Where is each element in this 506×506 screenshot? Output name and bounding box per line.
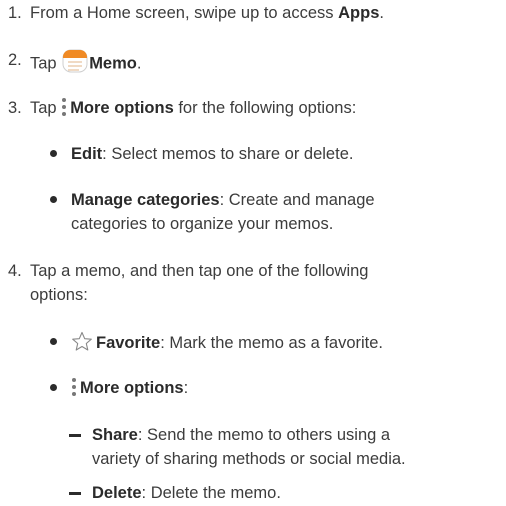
step-4-text: Tap a memo, and then tap one of the foll… — [30, 262, 369, 280]
star-outline-icon — [71, 331, 93, 358]
memo-app-icon — [61, 49, 89, 79]
bullet-more-options: More options: — [71, 377, 188, 399]
step-number: 2. — [8, 51, 22, 69]
bullet — [50, 196, 57, 203]
sub-item-share: Share: Send the memo to others using a — [92, 426, 391, 444]
more-options-icon — [61, 98, 67, 116]
dash-bullet — [69, 492, 81, 495]
bullet — [50, 384, 57, 391]
bullet — [50, 150, 57, 157]
step-number: 4. — [8, 262, 22, 280]
step-1-text: From a Home screen, swipe up to access A… — [30, 4, 384, 22]
step-3-text: Tap More options for the following optio… — [30, 98, 357, 117]
step-4-text-cont: options: — [30, 286, 88, 304]
more-options-icon — [71, 378, 77, 396]
bullet-manage-categories-cont: categories to organize your memos. — [71, 215, 334, 233]
bullet — [50, 338, 57, 345]
sub-item-delete: Delete: Delete the memo. — [92, 484, 281, 502]
step-2-text: Tap Memo. — [30, 49, 141, 79]
step-number: 1. — [8, 4, 22, 22]
bullet-manage-categories: Manage categories: Create and manage — [71, 191, 375, 209]
bullet-edit: Edit: Select memos to share or delete. — [71, 145, 354, 163]
dash-bullet — [69, 434, 81, 437]
sub-item-share-cont: variety of sharing methods or social med… — [92, 450, 406, 468]
bullet-favorite: Favorite: Mark the memo as a favorite. — [71, 331, 383, 358]
step-number: 3. — [8, 99, 22, 117]
